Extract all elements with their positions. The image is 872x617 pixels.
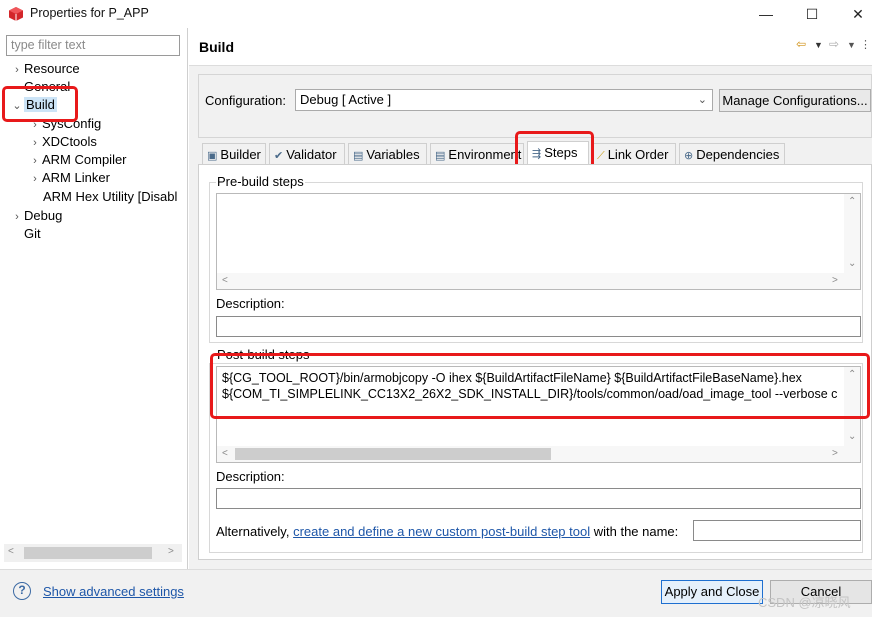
title-bar: Properties for P_APP — ☐ ✕ [0,0,872,28]
dependencies-icon: ⊕ [684,150,694,162]
highlight-post-build [210,353,870,419]
tree-item-label: ARM Hex Utility [Disabl [43,189,178,204]
scroll-left-icon[interactable]: < [8,546,14,557]
tree-item-xdctools[interactable]: › XDCtools [28,133,97,151]
scroll-up-icon[interactable]: ⌃ [848,196,856,207]
maximize-icon: ☐ [805,5,819,22]
tree-item-label: ARM Compiler [42,152,127,167]
configuration-value: Debug [ Active ] [300,92,392,107]
scroll-down-icon[interactable]: ⌄ [848,258,856,269]
tab-dependencies[interactable]: ⊕ Dependencies [679,143,785,165]
back-dropdown-icon[interactable]: ▼ [814,40,823,50]
alternatively-prefix: Alternatively, [216,524,290,539]
tool-name-input[interactable] [693,520,861,541]
tab-label: Environment [448,147,522,162]
scrollbar-thumb[interactable] [235,448,551,460]
minimize-button[interactable]: — [744,0,788,28]
scroll-right-icon[interactable]: > [168,546,174,557]
chevron-down-icon[interactable]: ⌄ [698,92,707,108]
tab-label: Link Order [607,147,669,162]
scrollbar-thumb[interactable] [24,547,152,559]
scroll-right-icon[interactable]: > [832,448,838,459]
tree-item-label: Debug [24,208,63,223]
chevron-right-icon[interactable]: › [28,134,42,152]
tree-item-debug[interactable]: › Debug [10,207,62,225]
configuration-label: Configuration: [205,93,286,108]
post-build-description-input[interactable] [216,488,861,509]
configuration-select[interactable]: Debug [ Active ] ⌄ [295,89,713,111]
vertical-scrollbar[interactable]: ⌃ ⌄ [844,194,860,273]
app-cube-icon [9,7,23,21]
watermark: CSDN @凉晓风 [758,595,851,610]
pre-build-description-label: Description: [216,296,285,311]
create-post-build-tool-link[interactable]: create and define a new custom post-buil… [293,524,590,539]
scroll-left-icon[interactable]: < [222,275,228,286]
window-title: Properties for P_APP [30,6,149,20]
tree-item-label: ARM Linker [42,170,110,185]
horizontal-scrollbar[interactable]: < > [4,544,182,562]
link-order-icon: ⟋ [597,150,605,162]
dialog-footer: ? Show advanced settings Apply and Close… [0,569,872,617]
tree-item-git[interactable]: Git [24,225,41,243]
scroll-right-icon[interactable]: > [832,275,838,286]
tree-item-arm-linker[interactable]: › ARM Linker [28,169,110,187]
configuration-group: Configuration: Debug [ Active ] ⌄ Manage… [198,74,872,138]
tree-item-label: Git [24,226,41,241]
manage-configurations-button[interactable]: Manage Configurations... [719,89,871,112]
scroll-left-icon[interactable]: < [222,448,228,459]
tab-variables[interactable]: ▤ Variables [348,143,427,165]
tree-item-arm-hex-utility[interactable]: ARM Hex Utility [Disabl [43,188,183,206]
back-arrow-icon[interactable]: ⇦ [796,37,806,51]
tab-label: Validator [286,147,337,162]
tab-validator[interactable]: ✔ Validator [269,143,345,165]
chevron-right-icon[interactable]: › [10,61,24,79]
horizontal-scrollbar[interactable]: < > [217,273,860,289]
validator-icon: ✔ [274,150,284,162]
pre-build-legend: Pre-build steps [216,174,305,189]
close-button[interactable]: ✕ [836,0,872,28]
horizontal-scrollbar[interactable]: < > [217,446,860,462]
alternatively-suffix: with the name: [593,524,679,539]
post-build-description-label: Description: [216,469,285,484]
tab-builder[interactable]: ▣ Builder [202,143,266,165]
help-icon[interactable]: ? [13,582,31,600]
forward-arrow-icon[interactable]: ⇨ [829,37,839,51]
chevron-right-icon[interactable]: › [10,208,24,226]
show-advanced-settings-link[interactable]: Show advanced settings [43,584,184,599]
tab-label: Builder [220,147,261,162]
chevron-right-icon[interactable]: › [28,170,42,188]
builder-icon: ▣ [207,150,218,162]
pre-build-commands[interactable]: ⌃ ⌄ < > [216,193,861,290]
chevron-right-icon[interactable]: › [28,152,42,170]
environment-icon: ▤ [435,150,446,162]
highlight-build [2,86,78,122]
apply-and-close-button[interactable]: Apply and Close [661,580,763,604]
view-menu-icon[interactable]: ⋮ [860,38,871,51]
tab-link-order[interactable]: ⟋ Link Order [592,143,676,165]
tree-item-label: XDCtools [42,134,97,149]
page-header: Build ⇦ ▼ ⇨ ▼ ⋮ [189,28,872,66]
scroll-down-icon[interactable]: ⌄ [848,431,856,442]
tab-label: Dependencies [696,147,780,162]
tree-item-resource[interactable]: › Resource [10,60,80,79]
tree-item-label: Resource [24,61,80,76]
filter-input[interactable]: type filter text [6,35,180,56]
close-icon: ✕ [852,5,864,22]
pre-build-description-input[interactable] [216,316,861,337]
page-title: Build [199,39,234,55]
maximize-button[interactable]: ☐ [790,0,834,28]
minimize-icon: — [759,6,773,22]
tab-environment[interactable]: ▤ Environment [430,143,524,165]
variables-icon: ▤ [353,150,364,162]
tree-item-arm-compiler[interactable]: › ARM Compiler [28,151,127,170]
forward-dropdown-icon[interactable]: ▼ [847,40,856,50]
tab-label: Variables [366,147,420,162]
alternatively-row: Alternatively, create and define a new c… [216,524,678,539]
